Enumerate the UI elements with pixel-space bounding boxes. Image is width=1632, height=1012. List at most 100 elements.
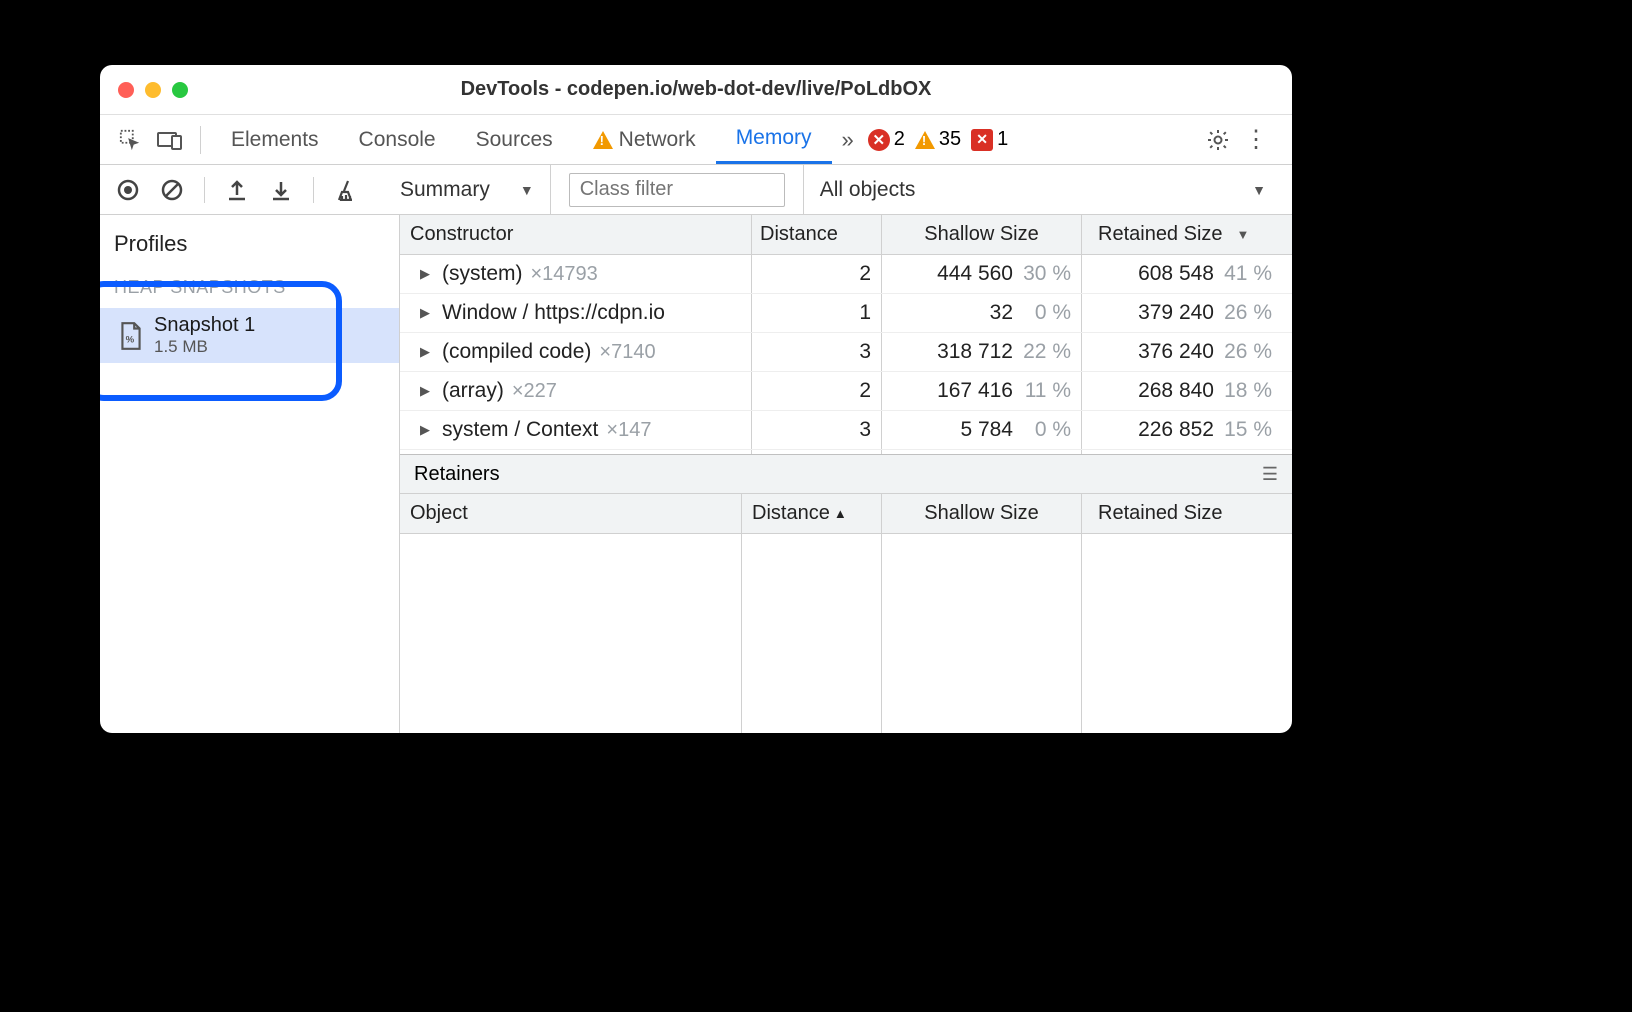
retained-size-value: 226 852	[1138, 418, 1214, 442]
table-row[interactable]: ▶(compiled code) ×71403318 71222 %376 24…	[400, 333, 1292, 372]
profiles-sidebar: Profiles HEAP SNAPSHOTS % Snapshot 1 1.5…	[100, 215, 400, 733]
retained-size-value: 268 840	[1138, 379, 1214, 403]
col-header-shallow[interactable]: Shallow Size	[882, 215, 1082, 254]
divider	[204, 177, 205, 203]
divider	[200, 126, 201, 154]
sort-asc-icon: ▲	[834, 506, 847, 521]
svg-text:%: %	[126, 334, 135, 345]
error-icon: ✕	[868, 129, 890, 151]
ret-col-retained[interactable]: Retained Size	[1082, 494, 1292, 533]
class-filter-input[interactable]	[569, 173, 785, 207]
tab-memory[interactable]: Memory	[716, 115, 832, 164]
constructor-name: (compiled code)	[442, 340, 591, 364]
devtools-window: DevTools - codepen.io/web-dot-dev/live/P…	[100, 65, 1292, 733]
zoom-window-button[interactable]	[172, 82, 188, 98]
col-header-distance[interactable]: Distance	[752, 215, 882, 254]
warnings-badge[interactable]: 35	[915, 128, 961, 151]
disclosure-triangle-icon[interactable]: ▶	[420, 266, 434, 282]
device-toolbar-icon[interactable]	[150, 120, 190, 160]
clear-icon	[161, 179, 183, 201]
record-button[interactable]	[110, 172, 146, 208]
objects-filter-label: All objects	[820, 178, 916, 202]
view-mode-select[interactable]: Summary ▼	[384, 165, 551, 214]
distance-value: 1	[859, 301, 871, 325]
retainers-title: Retainers	[414, 463, 500, 486]
inspect-element-icon[interactable]	[110, 120, 150, 160]
titlebar: DevTools - codepen.io/web-dot-dev/live/P…	[100, 65, 1292, 115]
snapshot-name: Snapshot 1	[154, 314, 255, 337]
issues-count: 1	[997, 128, 1008, 151]
shallow-size-value: 32	[990, 301, 1013, 325]
minimize-window-button[interactable]	[145, 82, 161, 98]
gear-icon	[1206, 128, 1230, 152]
tab-network-label: Network	[619, 128, 696, 152]
table-row[interactable]: ▶(array) ×2272167 41611 %268 84018 %	[400, 372, 1292, 411]
issues-badge[interactable]: ✕ 1	[971, 128, 1008, 151]
disclosure-triangle-icon[interactable]: ▶	[420, 422, 434, 438]
divider	[313, 177, 314, 203]
retained-size-pct: 18 %	[1224, 379, 1272, 403]
distance-value: 3	[859, 418, 871, 442]
instance-count: ×14793	[531, 263, 598, 286]
warnings-count: 35	[939, 128, 961, 151]
issue-icon: ✕	[971, 129, 993, 151]
traffic-lights	[118, 82, 188, 98]
retained-size-value: 379 240	[1138, 301, 1214, 325]
instance-count: ×7140	[599, 341, 655, 364]
table-row[interactable]: ▶Window / https://cdpn.io1320 %379 24026…	[400, 294, 1292, 333]
constructor-name: Window / https://cdpn.io	[442, 301, 665, 325]
tab-elements-label: Elements	[231, 128, 319, 152]
errors-badge[interactable]: ✕ 2	[868, 128, 905, 151]
instance-count: ×227	[512, 380, 557, 403]
chevron-down-icon: ▼	[520, 182, 534, 198]
retainers-bar: Retainers ☰	[400, 454, 1292, 494]
shallow-size-pct: 22 %	[1023, 340, 1071, 364]
retainers-header: Object Distance▲ Shallow Size Retained S…	[400, 494, 1292, 534]
tab-sources[interactable]: Sources	[456, 115, 573, 164]
warning-icon	[593, 131, 613, 149]
retained-size-pct: 15 %	[1224, 418, 1272, 442]
snapshot-size: 1.5 MB	[154, 337, 255, 357]
shallow-size-value: 444 560	[937, 262, 1013, 286]
snapshot-item[interactable]: % Snapshot 1 1.5 MB	[100, 308, 399, 363]
shallow-size-value: 167 416	[937, 379, 1013, 403]
disclosure-triangle-icon[interactable]: ▶	[420, 344, 434, 360]
sidebar-title: Profiles	[100, 221, 399, 271]
view-mode-label: Summary	[400, 178, 490, 202]
tab-network[interactable]: Network	[573, 115, 716, 164]
instance-count: ×147	[606, 419, 651, 442]
table-row[interactable]: ▶(system) ×147932444 56030 %608 54841 %	[400, 255, 1292, 294]
table-row[interactable]: ▶system / Context ×14735 7840 %226 85215…	[400, 411, 1292, 450]
ret-col-shallow[interactable]: Shallow Size	[882, 494, 1082, 533]
memory-body: Profiles HEAP SNAPSHOTS % Snapshot 1 1.5…	[100, 215, 1292, 733]
constructor-name: system / Context	[442, 418, 598, 442]
distance-value: 3	[859, 340, 871, 364]
heap-snapshot-main: Constructor Distance Shallow Size Retain…	[400, 215, 1292, 733]
collect-garbage-button[interactable]	[328, 172, 364, 208]
settings-button[interactable]	[1192, 128, 1244, 152]
panel-tabbar: Elements Console Sources Network Memory …	[100, 115, 1292, 165]
ret-col-distance[interactable]: Distance▲	[742, 494, 882, 533]
shallow-size-value: 5 784	[960, 418, 1013, 442]
tab-elements[interactable]: Elements	[211, 115, 339, 164]
load-profile-button[interactable]	[219, 172, 255, 208]
objects-filter-select[interactable]: All objects ▼	[803, 165, 1282, 214]
snapshot-text: Snapshot 1 1.5 MB	[154, 314, 255, 357]
retainers-menu-button[interactable]: ☰	[1262, 464, 1278, 485]
ret-col-object[interactable]: Object	[400, 494, 742, 533]
errors-count: 2	[894, 128, 905, 151]
close-window-button[interactable]	[118, 82, 134, 98]
clear-button[interactable]	[154, 172, 190, 208]
table-header: Constructor Distance Shallow Size Retain…	[400, 215, 1292, 255]
more-options-button[interactable]: ⋮	[1244, 125, 1282, 154]
retained-size-pct: 41 %	[1224, 262, 1272, 286]
retained-size-value: 376 240	[1138, 340, 1214, 364]
save-profile-button[interactable]	[263, 172, 299, 208]
chevron-down-icon: ▼	[1252, 182, 1266, 198]
tab-console[interactable]: Console	[339, 115, 456, 164]
tabs-overflow-button[interactable]: »	[832, 127, 864, 153]
col-header-constructor[interactable]: Constructor	[400, 215, 752, 254]
disclosure-triangle-icon[interactable]: ▶	[420, 383, 434, 399]
disclosure-triangle-icon[interactable]: ▶	[420, 305, 434, 321]
col-header-retained[interactable]: Retained Size▼	[1082, 215, 1292, 254]
